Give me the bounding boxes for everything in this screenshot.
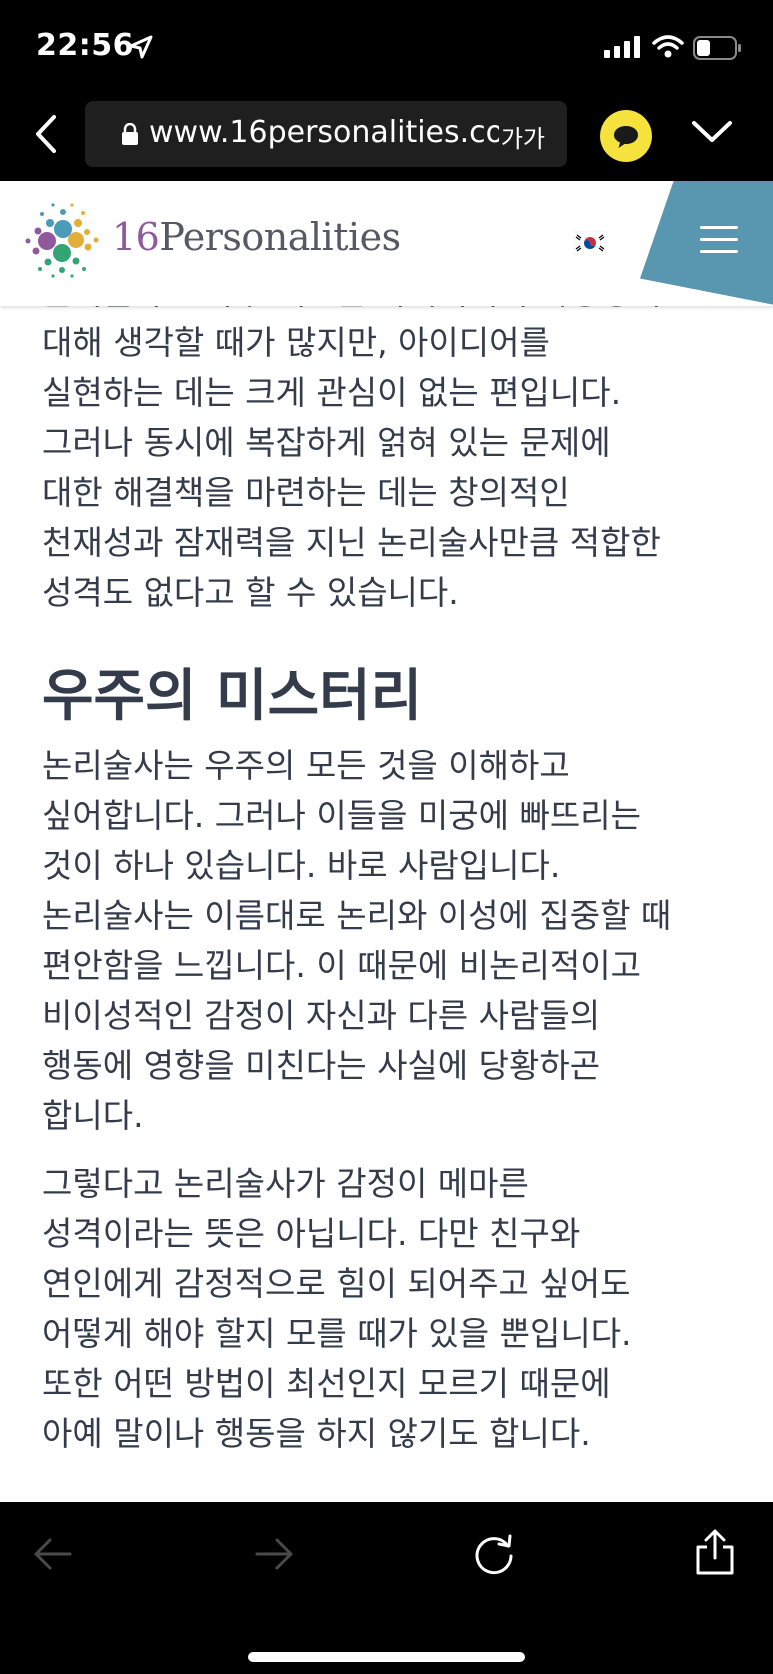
paragraph-line: 천재성과 잠재력을 지닌 논리술사만큼 적합한 bbox=[42, 523, 661, 562]
reload-icon[interactable] bbox=[472, 1532, 516, 1576]
paragraph-line: 논리술사는 우주의 모든 것을 이해하고 bbox=[42, 746, 570, 785]
share-icon[interactable] bbox=[694, 1528, 736, 1576]
text-size-button[interactable]: 가가 bbox=[501, 119, 545, 154]
paragraph-line: 대한 해결책을 마련하는 데는 창의적인 bbox=[42, 473, 570, 512]
forward-arrow-icon[interactable] bbox=[253, 1532, 295, 1576]
address-bar[interactable]: www.16personalities.com 가가 bbox=[85, 101, 567, 167]
home-indicator[interactable] bbox=[248, 1652, 525, 1662]
article-content: 논리술사는 자주 새로운 아이디어의 가능성에 대해 생각할 때가 많지만, 아… bbox=[0, 296, 773, 1502]
article-paragraph-1: 논리술사는 우주의 모든 것을 이해하고 싶어합니다. 그러나 이들을 미궁에 … bbox=[42, 741, 742, 1141]
back-button[interactable] bbox=[26, 109, 68, 159]
kakaotalk-button[interactable] bbox=[600, 110, 652, 162]
hamburger-menu-icon bbox=[700, 226, 738, 253]
paragraph-line: 행동에 영향을 미친다는 사실에 당황하곤 bbox=[42, 1046, 601, 1085]
brand-logo-text[interactable]: 16Personalities bbox=[112, 215, 401, 259]
section-heading: 우주의 미스터리 bbox=[42, 664, 423, 729]
chat-bubble-icon bbox=[614, 126, 638, 148]
wifi-icon bbox=[652, 35, 684, 58]
menu-down-button[interactable] bbox=[688, 113, 736, 153]
intro-paragraph: 대해 생각할 때가 많지만, 아이디어를 실현하는 데는 크게 관심이 없는 편… bbox=[42, 318, 742, 618]
paragraph-line: 그렇다고 논리술사가 감정이 메마른 bbox=[42, 1164, 529, 1203]
bottom-toolbar bbox=[0, 1502, 773, 1674]
paragraph-line: 성격이라는 뜻은 아닙니다. 다만 친구와 bbox=[42, 1214, 581, 1253]
korea-flag-icon[interactable] bbox=[574, 231, 606, 255]
paragraph-line: 대해 생각할 때가 많지만, 아이디어를 bbox=[42, 323, 550, 362]
paragraph-line: 편안함을 느낍니다. 이 때문에 비논리적이고 bbox=[42, 946, 641, 985]
site-header: 16Personalities bbox=[0, 181, 773, 306]
back-arrow-icon[interactable] bbox=[32, 1532, 74, 1576]
status-time: 22:56 bbox=[36, 28, 134, 63]
paragraph-line: 비이성적인 감정이 자신과 다른 사람들의 bbox=[42, 996, 601, 1035]
logo-dots-icon[interactable] bbox=[20, 199, 102, 281]
chevron-left-icon bbox=[36, 115, 56, 153]
paragraph-line: 합니다. bbox=[42, 1096, 144, 1135]
chevron-down-icon bbox=[692, 121, 732, 142]
menu-button[interactable] bbox=[640, 181, 773, 306]
article-paragraph-2: 그렇다고 논리술사가 감정이 메마른 성격이라는 뜻은 아닙니다. 다만 친구와… bbox=[42, 1159, 742, 1459]
location-arrow-icon bbox=[129, 35, 153, 59]
paragraph-line: 연인에게 감정적으로 힘이 되어주고 싶어도 bbox=[42, 1264, 631, 1303]
paragraph-line: 싶어합니다. 그러나 이들을 미궁에 빠뜨리는 bbox=[42, 796, 641, 835]
paragraph-line: 또한 어떤 방법이 최선인지 모르기 때문에 bbox=[42, 1364, 611, 1403]
paragraph-line: 어떻게 해야 할지 모를 때가 있을 뿐입니다. bbox=[42, 1314, 632, 1353]
browser-toolbar: www.16personalities.com 가가 bbox=[0, 95, 773, 181]
status-bar: 22:56 bbox=[0, 0, 773, 95]
paragraph-line: 성격도 없다고 할 수 있습니다. bbox=[42, 573, 459, 612]
paragraph-line: 아예 말이나 행동을 하지 않기도 합니다. bbox=[42, 1414, 591, 1453]
paragraph-line: 논리술사는 이름대로 논리와 이성에 집중할 때 bbox=[42, 896, 672, 935]
paragraph-line: 실현하는 데는 크게 관심이 없는 편입니다. bbox=[42, 373, 622, 412]
cellular-signal-icon bbox=[604, 36, 640, 58]
url-text: www.16personalities.com bbox=[149, 115, 499, 150]
battery-icon bbox=[693, 36, 741, 60]
brand-number: 16 bbox=[112, 215, 160, 259]
lock-icon bbox=[122, 123, 138, 145]
brand-word: Personalities bbox=[159, 215, 401, 259]
paragraph-line: 그러나 동시에 복잡하게 얽혀 있는 문제에 bbox=[42, 423, 611, 462]
paragraph-line: 것이 하나 있습니다. 바로 사람입니다. bbox=[42, 846, 561, 885]
